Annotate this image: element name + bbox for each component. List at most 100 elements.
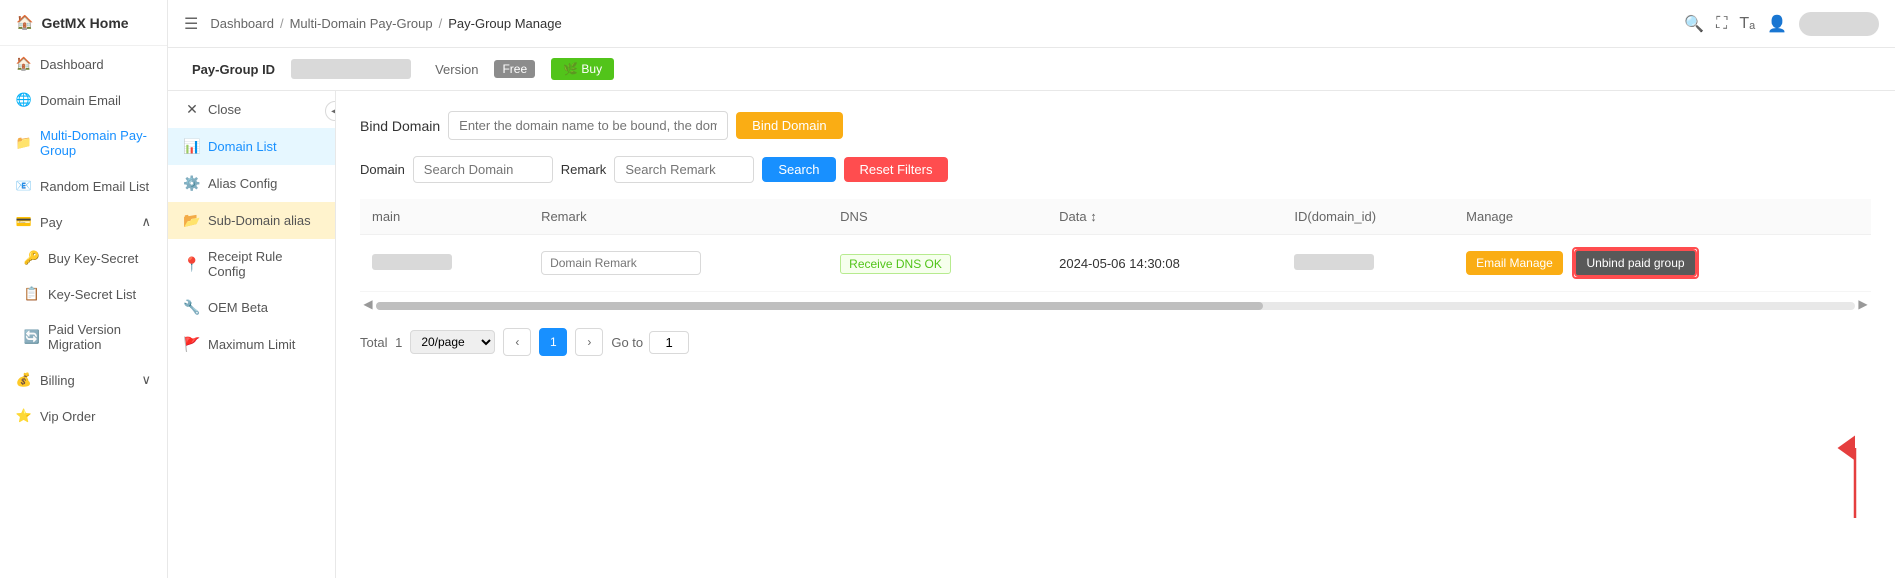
- sidebar-logo[interactable]: 🏠 GetMX Home: [0, 0, 167, 46]
- goto-label: Go to: [611, 335, 643, 350]
- search-domain-input[interactable]: [413, 156, 553, 183]
- main-content: ☰ Dashboard / Multi-Domain Pay-Group / P…: [168, 0, 1895, 578]
- pay-group-id-value: [291, 59, 411, 79]
- sidebar-item-dashboard[interactable]: 🏠 Dashboard: [0, 46, 167, 82]
- panel-label: Domain List: [208, 139, 277, 154]
- scroll-right-btn[interactable]: ▶: [1855, 296, 1871, 312]
- remark-input[interactable]: [541, 251, 701, 275]
- oem-icon: 🔧: [184, 299, 200, 316]
- fullscreen-icon[interactable]: ⛶: [1716, 15, 1727, 33]
- table-scrollbar: [376, 302, 1855, 310]
- sidebar-item-billing[interactable]: 💰 Billing ∨: [0, 362, 167, 398]
- sidebar-item-vip-order[interactable]: ⭐ Vip Order: [0, 398, 167, 434]
- sidebar-label: Dashboard: [40, 57, 104, 72]
- sidebar-label: Billing: [40, 373, 75, 388]
- sidebar-item-multi-domain[interactable]: 📁 Multi-Domain Pay-Group: [0, 118, 167, 168]
- cell-dns: Receive DNS OK: [828, 235, 1047, 292]
- sidebar-item-paid-version[interactable]: 🔄 Paid Version Migration: [8, 312, 167, 362]
- bind-domain-row: Bind Domain Bind Domain: [360, 111, 1871, 140]
- multi-domain-icon: 📁: [16, 135, 32, 151]
- panel-item-maximum-limit[interactable]: 🚩 Maximum Limit: [168, 326, 335, 363]
- panel-label: Receipt Rule Config: [208, 249, 319, 279]
- search-header-icon[interactable]: 🔍: [1684, 14, 1704, 34]
- page-size-select[interactable]: 10/page 20/page 50/page 100/page: [410, 330, 495, 354]
- breadcrumb-dashboard[interactable]: Dashboard: [210, 16, 274, 31]
- chart-icon: 📊: [184, 138, 200, 155]
- total-label: Total: [360, 335, 387, 350]
- panel-item-alias-config[interactable]: ⚙️ Alias Config: [168, 165, 335, 202]
- sidebar-item-domain-email[interactable]: 🌐 Domain Email: [0, 82, 167, 118]
- scrollbar-thumb: [376, 302, 1263, 310]
- breadcrumb-current: Pay-Group Manage: [448, 16, 561, 31]
- sidebar-label: Vip Order: [40, 409, 95, 424]
- bind-domain-label: Bind Domain: [360, 118, 440, 134]
- sidebar-label: Random Email List: [40, 179, 149, 194]
- panel-label: Alias Config: [208, 176, 277, 191]
- flag-icon: 🚩: [184, 336, 200, 353]
- bind-domain-input[interactable]: [448, 111, 728, 140]
- cell-data: 2024-05-06 14:30:08: [1047, 235, 1282, 292]
- domain-email-icon: 🌐: [16, 92, 32, 108]
- col-domain: main: [360, 199, 529, 235]
- id-blurred: [1294, 254, 1374, 270]
- domain-filter-label: Domain: [360, 162, 405, 177]
- sidebar-logo-text: GetMX Home: [41, 15, 128, 31]
- panel-item-close[interactable]: ✕ Close: [168, 91, 335, 128]
- menu-icon[interactable]: ☰: [184, 14, 198, 34]
- col-data[interactable]: Data ↕: [1047, 199, 1282, 235]
- email-manage-button[interactable]: Email Manage: [1466, 251, 1563, 275]
- cell-manage: Email Manage Unbind paid group: [1454, 235, 1871, 292]
- filter-row: Domain Remark Search Reset Filters: [360, 156, 1871, 183]
- header-icons: 🔍 ⛶ Tₐ 👤: [1684, 12, 1879, 36]
- sidebar-item-key-list[interactable]: 📋 Key-Secret List: [8, 276, 167, 312]
- alias-config-icon: ⚙️: [184, 175, 200, 192]
- page-header: Pay-Group ID Version Free 🌿 Buy: [168, 48, 1895, 91]
- pay-group-id-label: Pay-Group ID: [192, 62, 275, 77]
- sidebar-label: Paid Version Migration: [48, 322, 151, 352]
- user-avatar: [1799, 12, 1879, 36]
- chevron-up-icon: ∧: [141, 214, 151, 230]
- panel-item-sub-domain-alias[interactable]: 📂 Sub-Domain alias: [168, 202, 335, 239]
- sidebar-label: Key-Secret List: [48, 287, 136, 302]
- panel-item-domain-list[interactable]: 📊 Domain List: [168, 128, 335, 165]
- next-page-btn[interactable]: ›: [575, 328, 603, 356]
- reset-filters-button[interactable]: Reset Filters: [844, 157, 949, 182]
- panel-label: OEM Beta: [208, 300, 268, 315]
- sub-domain-icon: 📂: [184, 212, 200, 229]
- pagination: Total 1 10/page 20/page 50/page 100/page…: [360, 328, 1871, 356]
- panel-label: Close: [208, 102, 241, 117]
- sidebar-item-random-email[interactable]: 📧 Random Email List: [0, 168, 167, 204]
- search-remark-input[interactable]: [614, 156, 754, 183]
- sidebar-item-buy-key[interactable]: 🔑 Buy Key-Secret: [8, 240, 167, 276]
- vip-icon: ⭐: [16, 408, 32, 424]
- panel-item-oem[interactable]: 🔧 OEM Beta: [168, 289, 335, 326]
- scroll-left-btn[interactable]: ◀: [360, 296, 376, 312]
- prev-page-btn[interactable]: ‹: [503, 328, 531, 356]
- receipt-rule-icon: 📍: [184, 256, 200, 273]
- sidebar-label: Domain Email: [40, 93, 121, 108]
- billing-icon: 💰: [16, 372, 32, 388]
- goto-input[interactable]: [649, 331, 689, 354]
- page-1-btn[interactable]: 1: [539, 328, 567, 356]
- search-button[interactable]: Search: [762, 157, 835, 182]
- list-icon: 📋: [24, 286, 40, 302]
- sidebar-item-pay[interactable]: 💳 Pay ∧: [0, 204, 167, 240]
- cell-domain: [360, 235, 529, 292]
- right-panel: Bind Domain Bind Domain Domain Remark Se…: [336, 91, 1895, 578]
- panel-item-receipt-rule[interactable]: 📍 Receipt Rule Config: [168, 239, 335, 289]
- unbind-paid-group-button[interactable]: Unbind paid group: [1574, 249, 1696, 277]
- domain-table: main Remark DNS Data ↕ ID(domain_id) Man…: [360, 199, 1871, 292]
- table-row: Receive DNS OK 2024-05-06 14:30:08 Email…: [360, 235, 1871, 292]
- buy-button[interactable]: 🌿 Buy: [551, 58, 614, 80]
- bind-domain-button[interactable]: Bind Domain: [736, 112, 842, 139]
- arrow-annotation-2: [1835, 438, 1875, 518]
- version-badge: Free: [494, 60, 535, 78]
- page-size-selector: 10/page 20/page 50/page 100/page: [410, 330, 495, 354]
- breadcrumb-multi-domain[interactable]: Multi-Domain Pay-Group: [290, 16, 433, 31]
- font-size-icon[interactable]: Tₐ: [1739, 15, 1755, 33]
- panel-label: Maximum Limit: [208, 337, 295, 352]
- cell-id: [1282, 235, 1454, 292]
- left-panel: ◀ ✕ Close 📊 Domain List ⚙️ Alias Config …: [168, 91, 336, 578]
- avatar-icon[interactable]: 👤: [1767, 14, 1787, 34]
- data-timestamp: 2024-05-06 14:30:08: [1059, 256, 1180, 271]
